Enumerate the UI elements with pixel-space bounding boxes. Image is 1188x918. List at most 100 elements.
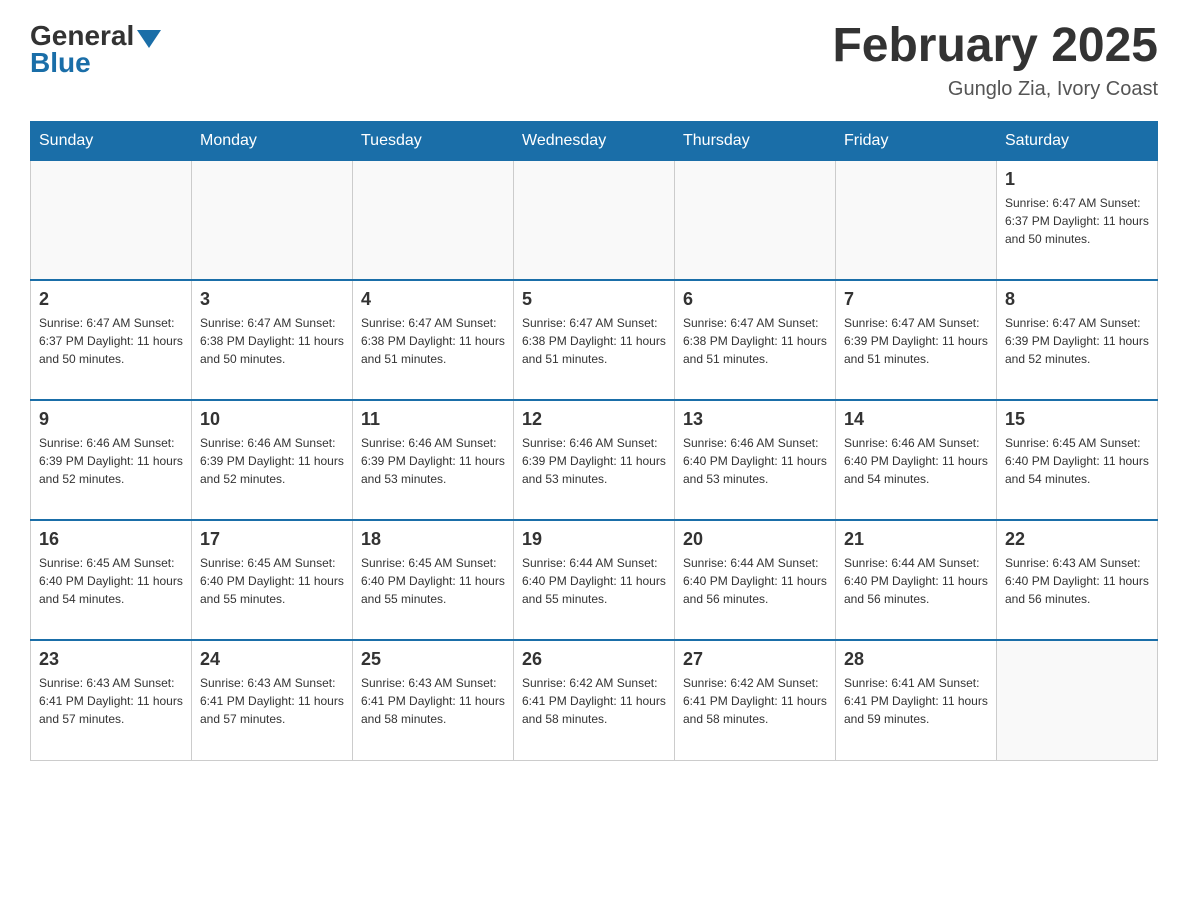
day-info: Sunrise: 6:43 AM Sunset: 6:41 PM Dayligh… — [39, 674, 183, 728]
day-info: Sunrise: 6:44 AM Sunset: 6:40 PM Dayligh… — [844, 554, 988, 608]
day-info: Sunrise: 6:46 AM Sunset: 6:40 PM Dayligh… — [844, 434, 988, 488]
day-info: Sunrise: 6:45 AM Sunset: 6:40 PM Dayligh… — [361, 554, 505, 608]
calendar-header-row: SundayMondayTuesdayWednesdayThursdayFrid… — [31, 121, 1158, 160]
day-info: Sunrise: 6:41 AM Sunset: 6:41 PM Dayligh… — [844, 674, 988, 728]
day-info: Sunrise: 6:45 AM Sunset: 6:40 PM Dayligh… — [200, 554, 344, 608]
day-number: 10 — [200, 409, 344, 430]
day-number: 14 — [844, 409, 988, 430]
day-number: 6 — [683, 289, 827, 310]
day-info: Sunrise: 6:47 AM Sunset: 6:38 PM Dayligh… — [683, 314, 827, 368]
day-number: 18 — [361, 529, 505, 550]
calendar-day-cell — [836, 160, 997, 280]
day-number: 11 — [361, 409, 505, 430]
logo: General Blue — [30, 20, 161, 79]
day-info: Sunrise: 6:42 AM Sunset: 6:41 PM Dayligh… — [522, 674, 666, 728]
day-of-week-header: Saturday — [997, 121, 1158, 160]
calendar-day-cell: 22 Sunrise: 6:43 AM Sunset: 6:40 PM Dayli… — [997, 520, 1158, 640]
calendar-day-cell: 17 Sunrise: 6:45 AM Sunset: 6:40 PM Dayli… — [192, 520, 353, 640]
day-number: 21 — [844, 529, 988, 550]
calendar-week-row: 2 Sunrise: 6:47 AM Sunset: 6:37 PM Daylig… — [31, 280, 1158, 400]
calendar-day-cell: 20Sunrise: 6:44 AM Sunset: 6:40 PM Dayli… — [675, 520, 836, 640]
page-header: General Blue February 2025 Gunglo Zia, I… — [30, 20, 1158, 101]
calendar-day-cell: 3 Sunrise: 6:47 AM Sunset: 6:38 PM Daylig… — [192, 280, 353, 400]
day-of-week-header: Sunday — [31, 121, 192, 160]
day-info: Sunrise: 6:45 AM Sunset: 6:40 PM Dayligh… — [39, 554, 183, 608]
day-number: 2 — [39, 289, 183, 310]
calendar-day-cell: 9 Sunrise: 6:46 AM Sunset: 6:39 PM Daylig… — [31, 400, 192, 520]
day-info: Sunrise: 6:46 AM Sunset: 6:39 PM Dayligh… — [39, 434, 183, 488]
day-number: 20 — [683, 529, 827, 550]
calendar-day-cell: 1Sunrise: 6:47 AM Sunset: 6:37 PM Daylig… — [997, 160, 1158, 280]
day-number: 23 — [39, 649, 183, 670]
calendar-day-cell — [997, 640, 1158, 760]
day-info: Sunrise: 6:46 AM Sunset: 6:39 PM Dayligh… — [361, 434, 505, 488]
day-info: Sunrise: 6:47 AM Sunset: 6:37 PM Dayligh… — [39, 314, 183, 368]
calendar-day-cell: 24 Sunrise: 6:43 AM Sunset: 6:41 PM Dayli… — [192, 640, 353, 760]
day-number: 17 — [200, 529, 344, 550]
logo-blue-text: Blue — [30, 47, 91, 79]
calendar-day-cell: 26 Sunrise: 6:42 AM Sunset: 6:41 PM Dayli… — [514, 640, 675, 760]
day-number: 3 — [200, 289, 344, 310]
day-number: 22 — [1005, 529, 1149, 550]
calendar-day-cell: 19 Sunrise: 6:44 AM Sunset: 6:40 PM Dayli… — [514, 520, 675, 640]
day-number: 7 — [844, 289, 988, 310]
calendar-day-cell: 27Sunrise: 6:42 AM Sunset: 6:41 PM Dayli… — [675, 640, 836, 760]
day-number: 26 — [522, 649, 666, 670]
day-of-week-header: Monday — [192, 121, 353, 160]
day-number: 8 — [1005, 289, 1149, 310]
calendar-day-cell: 25 Sunrise: 6:43 AM Sunset: 6:41 PM Dayli… — [353, 640, 514, 760]
calendar-day-cell: 13 Sunrise: 6:46 AM Sunset: 6:40 PM Dayli… — [675, 400, 836, 520]
calendar-week-row: 1Sunrise: 6:47 AM Sunset: 6:37 PM Daylig… — [31, 160, 1158, 280]
title-area: February 2025 Gunglo Zia, Ivory Coast — [832, 20, 1158, 101]
day-info: Sunrise: 6:47 AM Sunset: 6:38 PM Dayligh… — [200, 314, 344, 368]
calendar-week-row: 23 Sunrise: 6:43 AM Sunset: 6:41 PM Dayli… — [31, 640, 1158, 760]
logo-arrow-icon — [137, 30, 161, 48]
day-number: 4 — [361, 289, 505, 310]
day-info: Sunrise: 6:44 AM Sunset: 6:40 PM Dayligh… — [522, 554, 666, 608]
day-number: 24 — [200, 649, 344, 670]
calendar-week-row: 16Sunrise: 6:45 AM Sunset: 6:40 PM Dayli… — [31, 520, 1158, 640]
day-of-week-header: Wednesday — [514, 121, 675, 160]
calendar-day-cell: 10 Sunrise: 6:46 AM Sunset: 6:39 PM Dayli… — [192, 400, 353, 520]
day-number: 25 — [361, 649, 505, 670]
calendar-day-cell: 2 Sunrise: 6:47 AM Sunset: 6:37 PM Daylig… — [31, 280, 192, 400]
day-number: 28 — [844, 649, 988, 670]
calendar-day-cell: 15Sunrise: 6:45 AM Sunset: 6:40 PM Dayli… — [997, 400, 1158, 520]
day-info: Sunrise: 6:43 AM Sunset: 6:40 PM Dayligh… — [1005, 554, 1149, 608]
day-info: Sunrise: 6:46 AM Sunset: 6:39 PM Dayligh… — [522, 434, 666, 488]
day-number: 9 — [39, 409, 183, 430]
calendar-day-cell — [353, 160, 514, 280]
day-of-week-header: Tuesday — [353, 121, 514, 160]
day-info: Sunrise: 6:47 AM Sunset: 6:38 PM Dayligh… — [361, 314, 505, 368]
day-number: 12 — [522, 409, 666, 430]
day-info: Sunrise: 6:46 AM Sunset: 6:39 PM Dayligh… — [200, 434, 344, 488]
day-info: Sunrise: 6:46 AM Sunset: 6:40 PM Dayligh… — [683, 434, 827, 488]
day-info: Sunrise: 6:47 AM Sunset: 6:39 PM Dayligh… — [844, 314, 988, 368]
day-info: Sunrise: 6:42 AM Sunset: 6:41 PM Dayligh… — [683, 674, 827, 728]
calendar-day-cell: 12 Sunrise: 6:46 AM Sunset: 6:39 PM Dayli… — [514, 400, 675, 520]
calendar-day-cell: 4 Sunrise: 6:47 AM Sunset: 6:38 PM Daylig… — [353, 280, 514, 400]
calendar-day-cell: 28 Sunrise: 6:41 AM Sunset: 6:41 PM Dayli… — [836, 640, 997, 760]
day-number: 5 — [522, 289, 666, 310]
calendar-day-cell — [31, 160, 192, 280]
day-info: Sunrise: 6:45 AM Sunset: 6:40 PM Dayligh… — [1005, 434, 1149, 488]
day-of-week-header: Thursday — [675, 121, 836, 160]
day-number: 13 — [683, 409, 827, 430]
calendar-day-cell — [192, 160, 353, 280]
calendar-day-cell: 6 Sunrise: 6:47 AM Sunset: 6:38 PM Daylig… — [675, 280, 836, 400]
day-info: Sunrise: 6:47 AM Sunset: 6:38 PM Dayligh… — [522, 314, 666, 368]
calendar-day-cell: 18 Sunrise: 6:45 AM Sunset: 6:40 PM Dayli… — [353, 520, 514, 640]
calendar-day-cell: 5 Sunrise: 6:47 AM Sunset: 6:38 PM Daylig… — [514, 280, 675, 400]
calendar-day-cell: 23 Sunrise: 6:43 AM Sunset: 6:41 PM Dayli… — [31, 640, 192, 760]
calendar-week-row: 9 Sunrise: 6:46 AM Sunset: 6:39 PM Daylig… — [31, 400, 1158, 520]
calendar-table: SundayMondayTuesdayWednesdayThursdayFrid… — [30, 121, 1158, 761]
calendar-day-cell: 14 Sunrise: 6:46 AM Sunset: 6:40 PM Dayli… — [836, 400, 997, 520]
day-number: 19 — [522, 529, 666, 550]
day-info: Sunrise: 6:43 AM Sunset: 6:41 PM Dayligh… — [361, 674, 505, 728]
month-title: February 2025 — [832, 20, 1158, 73]
calendar-day-cell: 11 Sunrise: 6:46 AM Sunset: 6:39 PM Dayli… — [353, 400, 514, 520]
calendar-day-cell — [675, 160, 836, 280]
calendar-day-cell: 8Sunrise: 6:47 AM Sunset: 6:39 PM Daylig… — [997, 280, 1158, 400]
day-info: Sunrise: 6:43 AM Sunset: 6:41 PM Dayligh… — [200, 674, 344, 728]
day-info: Sunrise: 6:47 AM Sunset: 6:37 PM Dayligh… — [1005, 194, 1149, 248]
